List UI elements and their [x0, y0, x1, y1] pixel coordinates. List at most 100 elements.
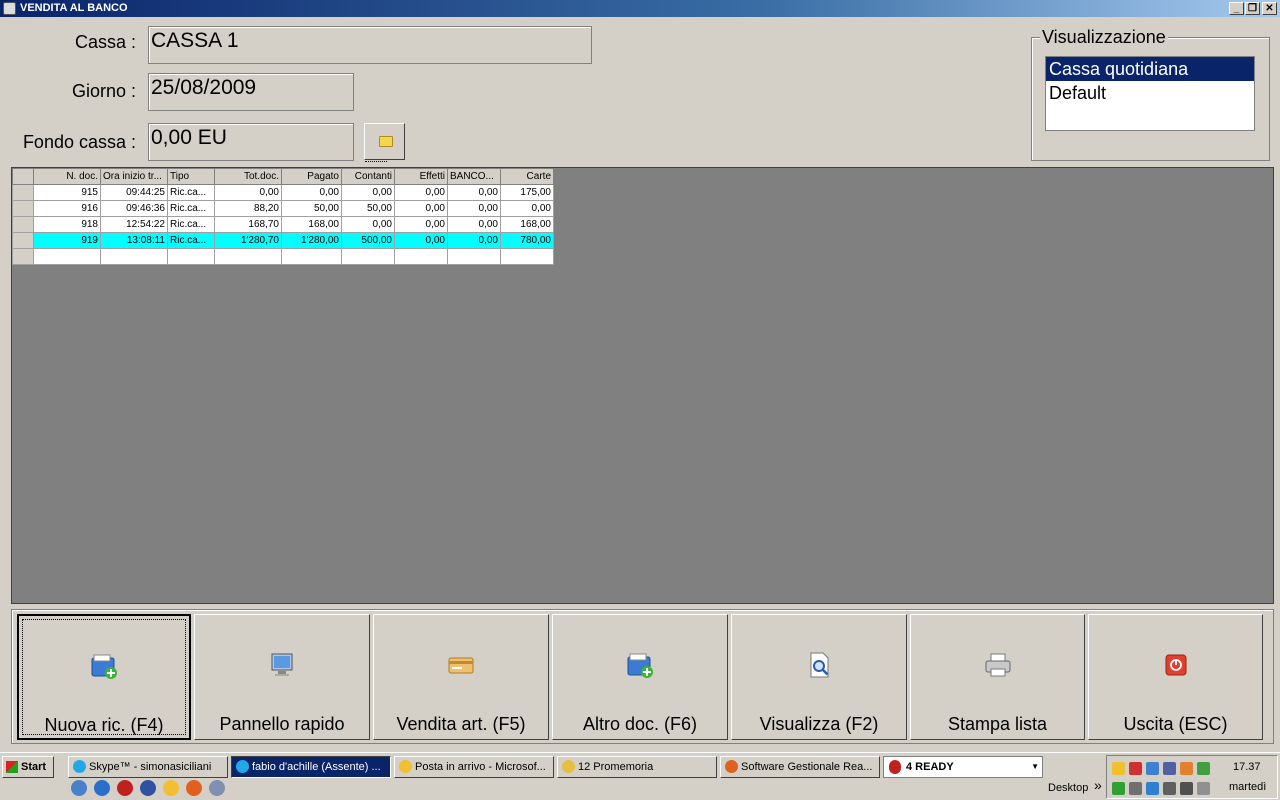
cell[interactable]: 09:44:25	[100, 184, 168, 201]
cell[interactable]: Ric.ca...	[167, 216, 215, 233]
tray-flag-icon[interactable]	[1129, 762, 1142, 775]
tray-app-icon[interactable]	[1163, 782, 1176, 795]
clock[interactable]: 17.37	[1233, 761, 1261, 773]
tray-network-icon[interactable]	[1180, 782, 1193, 795]
column-header[interactable]: Effetti	[394, 168, 448, 185]
cell[interactable]: 0,00	[447, 184, 501, 201]
task-firefox[interactable]: Software Gestionale Rea...	[720, 756, 880, 778]
cell[interactable]: 915	[33, 184, 101, 201]
cell[interactable]: 0,00	[341, 184, 395, 201]
tray-app-icon[interactable]	[1129, 782, 1142, 795]
table-row[interactable]: 915 09:44:25 Ric.ca... 0,00 0,00 0,00 0,…	[12, 184, 554, 201]
altro-documento-button[interactable]: Altro doc. (F6)	[552, 614, 728, 740]
close-button[interactable]: ✕	[1262, 2, 1277, 15]
table-row-selected[interactable]: 919 13:08:11 Ric.ca... 1'280,70 1'280,00…	[12, 232, 554, 249]
restore-button[interactable]: ❐	[1245, 2, 1260, 15]
column-header[interactable]: Tot.doc.	[214, 168, 282, 185]
cell[interactable]: 1'280,70	[214, 232, 282, 249]
cell[interactable]: 50,00	[341, 200, 395, 217]
tray-app-icon[interactable]	[1180, 762, 1193, 775]
task-outlook[interactable]: Posta in arrivo - Microsof...	[394, 756, 554, 778]
cell[interactable]: 0,00	[394, 232, 448, 249]
cell[interactable]: 780,00	[500, 232, 554, 249]
cell[interactable]: 0,00	[214, 184, 282, 201]
column-header[interactable]: Tipo	[167, 168, 215, 185]
column-header[interactable]: Carte	[500, 168, 554, 185]
cell[interactable]: 1'280,00	[281, 232, 342, 249]
column-header[interactable]: BANCO...	[447, 168, 501, 185]
cell[interactable]: 13:08:11	[100, 232, 168, 249]
tray-app-icon[interactable]	[1163, 762, 1176, 775]
firefox-icon[interactable]	[186, 780, 202, 796]
tray-outlook-icon[interactable]	[1112, 762, 1125, 775]
cell[interactable]: 09:46:36	[100, 200, 168, 217]
cell[interactable]: 168,70	[214, 216, 282, 233]
tray-network-icon[interactable]	[1146, 762, 1159, 775]
pannello-rapido-button[interactable]: Pannello rapido	[194, 614, 370, 740]
cell[interactable]: 0,00	[394, 216, 448, 233]
cell[interactable]: 88,20	[214, 200, 282, 217]
cell[interactable]: 168,00	[500, 216, 554, 233]
app-icon[interactable]	[209, 780, 225, 796]
tray-app-icon[interactable]	[1197, 782, 1210, 795]
cell[interactable]: 0,00	[447, 200, 501, 217]
cell[interactable]: 175,00	[500, 184, 554, 201]
strawberry-icon	[889, 760, 901, 774]
media-player-icon[interactable]	[140, 780, 156, 796]
table-row[interactable]: 918 12:54:22 Ric.ca... 168,70 168,00 0,0…	[12, 216, 554, 233]
task-promemoria[interactable]: 12 Promemoria	[557, 756, 717, 778]
desktop-toolbar[interactable]: Desktop	[1048, 782, 1088, 794]
cell[interactable]: 0,00	[281, 184, 342, 201]
column-header[interactable]: Ora inizio tr...	[100, 168, 168, 185]
column-header[interactable]: N. doc.	[33, 168, 101, 185]
cell[interactable]: 500,00	[341, 232, 395, 249]
uscita-button[interactable]: Uscita (ESC)	[1088, 614, 1263, 740]
cell[interactable]: 0,00	[447, 216, 501, 233]
stampa-lista-button[interactable]: Stampa lista	[910, 614, 1085, 740]
task-chat[interactable]: fabio d'achille (Assente) ...	[231, 756, 391, 778]
list-item[interactable]: Default	[1046, 81, 1254, 105]
visualizza-button[interactable]: Visualizza (F2)	[731, 614, 907, 740]
cell[interactable]: Ric.ca...	[167, 232, 215, 249]
cell[interactable]: 0,00	[394, 184, 448, 201]
cell[interactable]: 0,00	[341, 216, 395, 233]
cell[interactable]: 918	[33, 216, 101, 233]
cell[interactable]: 0,00	[500, 200, 554, 217]
cell[interactable]: 12:54:22	[100, 216, 168, 233]
dropdown-arrow-icon[interactable]: ▼	[1031, 757, 1039, 777]
strawberry-icon[interactable]	[117, 780, 133, 796]
button-label: Vendita art. (F5)	[396, 714, 526, 734]
visualizzazione-list[interactable]: Cassa quotidiana Default	[1045, 56, 1255, 131]
start-button[interactable]: Start	[2, 756, 54, 778]
cell[interactable]: 919	[33, 232, 101, 249]
fondo-cassa-field[interactable]: 0,00 EU	[148, 123, 354, 161]
chevron-icon[interactable]: »	[1094, 777, 1102, 793]
list-item[interactable]: Cassa quotidiana	[1046, 57, 1254, 81]
minimize-button[interactable]: _	[1229, 2, 1244, 15]
cell[interactable]: Ric.ca...	[167, 184, 215, 201]
cell[interactable]: 0,00	[447, 232, 501, 249]
ie-icon[interactable]	[94, 780, 110, 796]
column-header[interactable]: Contanti	[341, 168, 395, 185]
cassa-field[interactable]: CASSA 1	[148, 26, 592, 64]
documents-grid[interactable]: N. doc. Ora inizio tr... Tipo Tot.doc. P…	[12, 168, 554, 265]
tray-windows-icon[interactable]	[1112, 782, 1125, 795]
open-folder-button[interactable]	[364, 123, 405, 162]
table-row-empty[interactable]	[12, 248, 554, 265]
cell[interactable]: 168,00	[281, 216, 342, 233]
task-skype[interactable]: Skype™ - simonasiciliani	[68, 756, 228, 778]
column-header[interactable]: Pagato	[281, 168, 342, 185]
table-row[interactable]: 916 09:46:36 Ric.ca... 88,20 50,00 50,00…	[12, 200, 554, 217]
cell[interactable]: 0,00	[394, 200, 448, 217]
vendita-articoli-button[interactable]: Vendita art. (F5)	[373, 614, 549, 740]
giorno-field[interactable]: 25/08/2009	[148, 73, 354, 111]
cell[interactable]: 916	[33, 200, 101, 217]
cell[interactable]: Ric.ca...	[167, 200, 215, 217]
tray-app-icon[interactable]	[1197, 762, 1210, 775]
tray-app-icon[interactable]	[1146, 782, 1159, 795]
nuova-ricevuta-button[interactable]: Nuova ric. (F4)	[17, 614, 191, 740]
cell[interactable]: 50,00	[281, 200, 342, 217]
ready-dropdown[interactable]: 4 READY ▼	[883, 756, 1043, 778]
outlook-icon[interactable]	[163, 780, 179, 796]
quicklaunch-app-icon[interactable]	[71, 780, 87, 796]
